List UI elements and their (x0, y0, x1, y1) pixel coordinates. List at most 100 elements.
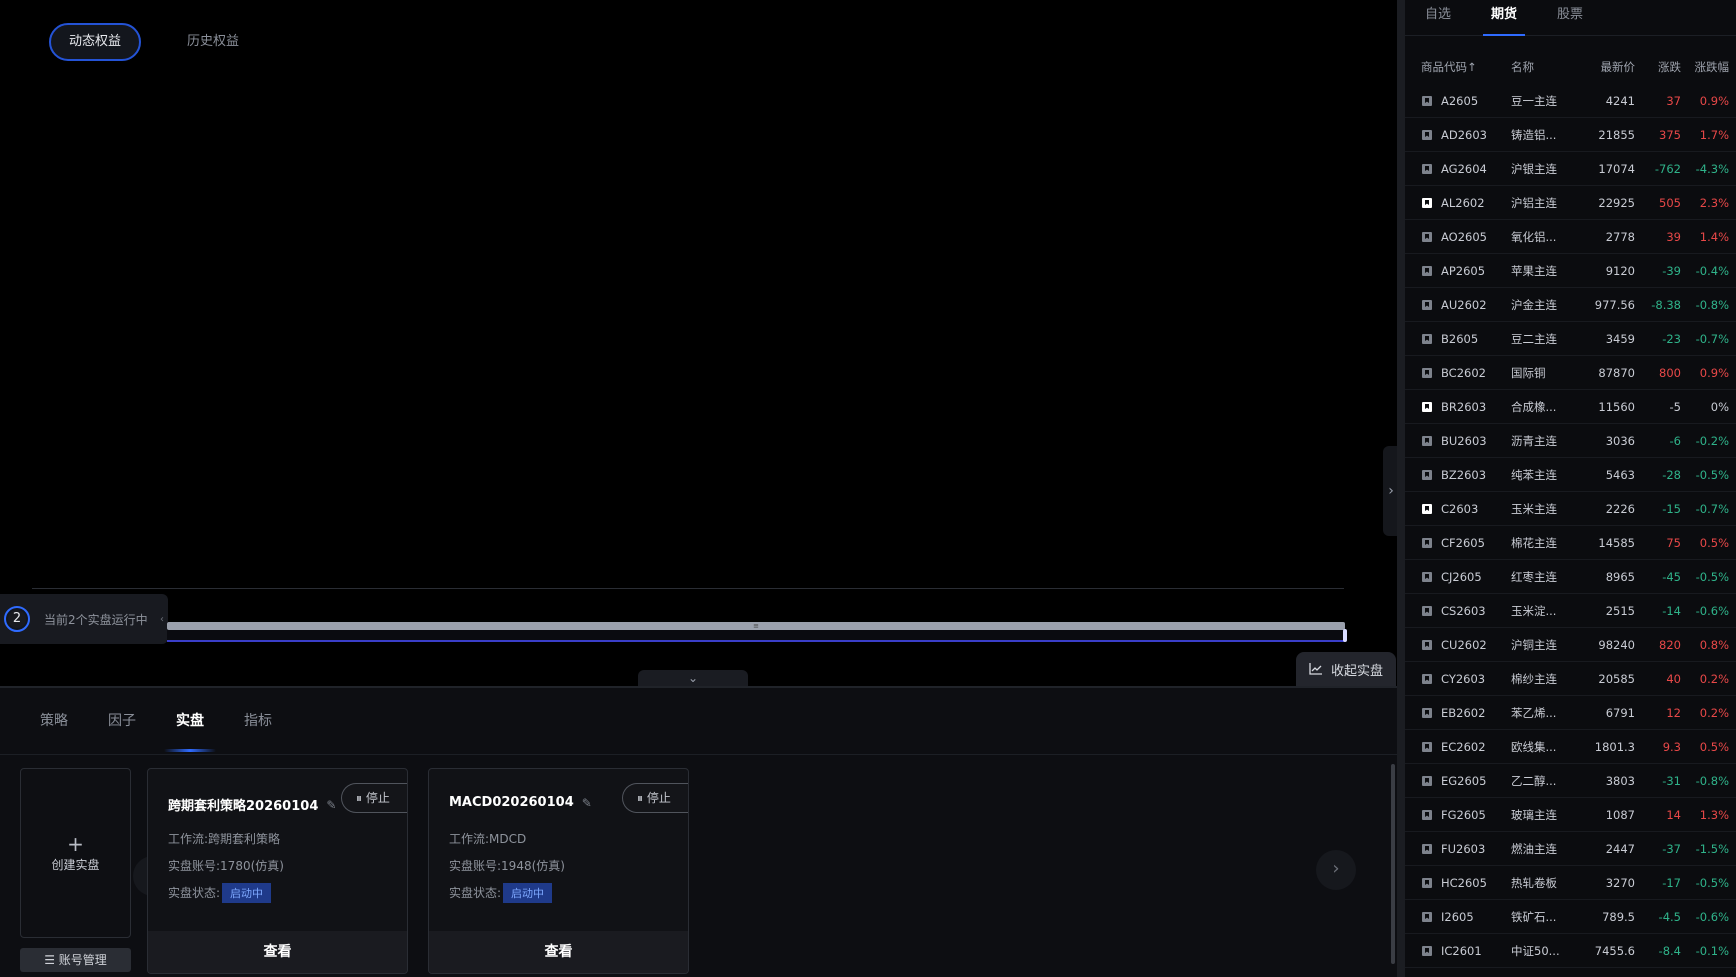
col-header-change[interactable]: 涨跌 (1635, 59, 1681, 75)
time-range-slider[interactable]: ≡ (167, 620, 1347, 644)
scrollbar[interactable] (1391, 764, 1395, 964)
bookmark-icon[interactable] (1421, 877, 1433, 889)
equity-tabs: 动态权益 历史权益 (49, 23, 259, 61)
cell-code: CJ2605 (1405, 570, 1509, 584)
panel-tabs: 策略 因子 实盘 指标 (40, 688, 272, 754)
table-row[interactable]: CF2605 棉花主连 14585 75 0.5% (1405, 526, 1736, 560)
col-header-code[interactable]: 商品代码↑ (1405, 59, 1509, 75)
cell-code: CU2602 (1405, 638, 1509, 652)
bookmark-icon[interactable] (1421, 775, 1433, 787)
table-row[interactable]: CY2603 棉纱主连 20585 40 0.2% (1405, 662, 1736, 696)
table-row[interactable]: HC2605 热轧卷板 3270 -17 -0.5% (1405, 866, 1736, 900)
workflow-value: 跨期套利策略 (208, 832, 281, 846)
bookmark-icon[interactable] (1421, 707, 1433, 719)
table-row[interactable]: EC2602 欧线集... 1801.3 9.3 0.5% (1405, 730, 1736, 764)
bookmark-icon[interactable] (1421, 605, 1433, 617)
cell-code: AG2604 (1405, 162, 1509, 176)
cell-name: 玉米主连 (1511, 501, 1557, 516)
table-row[interactable]: AG2604 沪银主连 17074 -762 -4.3% (1405, 152, 1736, 186)
cell-price: 5463 (1605, 467, 1635, 482)
bookmark-icon[interactable] (1421, 673, 1433, 685)
bookmark-icon[interactable] (1421, 231, 1433, 243)
table-row[interactable]: EB2602 苯乙烯... 6791 12 0.2% (1405, 696, 1736, 730)
tab-history-equity[interactable]: 历史权益 (167, 23, 259, 61)
bookmark-icon[interactable] (1421, 435, 1433, 447)
edit-icon[interactable]: ✎ (582, 797, 594, 809)
bookmark-icon[interactable] (1421, 333, 1433, 345)
table-row[interactable]: FU2603 燃油主连 2447 -37 -1.5% (1405, 832, 1736, 866)
running-indicator[interactable]: 2 当前2个实盘运行中 ‹ (0, 594, 168, 644)
table-row[interactable]: IC2601 中证50... 7455.6 -8.4 -0.1% (1405, 934, 1736, 968)
collapse-panel-toggle[interactable]: ⌄ (638, 670, 748, 686)
tab-stocks[interactable]: 股票 (1537, 0, 1603, 36)
fold-live-button[interactable]: 收起实盘 (1296, 652, 1396, 686)
col-header-price[interactable]: 最新价 (1575, 59, 1636, 75)
table-row[interactable]: AU2602 沪金主连 977.56 -8.38 -0.8% (1405, 288, 1736, 322)
workflow-value: MDCD (489, 832, 527, 846)
bookmark-icon[interactable] (1421, 469, 1433, 481)
table-row[interactable]: AP2605 苹果主连 9120 -39 -0.4% (1405, 254, 1736, 288)
tab-dynamic-equity[interactable]: 动态权益 (49, 23, 142, 61)
tab-futures[interactable]: 期货 (1471, 0, 1537, 36)
status-label: 实盘状态: (449, 886, 502, 900)
table-row[interactable]: BC2602 国际铜 87870 800 0.9% (1405, 356, 1736, 390)
table-row[interactable]: I2605 铁矿石... 789.5 -4.5 -0.6% (1405, 900, 1736, 934)
table-row[interactable]: FG2605 玻璃主连 1087 14 1.3% (1405, 798, 1736, 832)
stop-button[interactable]: ⏸ 停止 (622, 783, 688, 813)
bookmark-icon[interactable] (1421, 129, 1433, 141)
code-text: CY2603 (1441, 671, 1486, 686)
table-row[interactable]: EG2605 乙二醇... 3803 -31 -0.8% (1405, 764, 1736, 798)
bookmark-icon[interactable] (1421, 95, 1433, 107)
create-live-card[interactable]: + 创建实盘 (20, 768, 131, 938)
bookmark-icon[interactable] (1421, 843, 1433, 855)
bookmark-icon[interactable] (1421, 945, 1433, 957)
edit-icon[interactable]: ✎ (326, 799, 338, 811)
table-row[interactable]: BR2603 合成橡... 11560 -5 0% (1405, 390, 1736, 424)
account-manage-button[interactable]: ☰ 账号管理 (20, 948, 131, 972)
code-text: AG2604 (1441, 161, 1487, 176)
tab-watchlist[interactable]: 自选 (1405, 0, 1471, 36)
table-row[interactable]: C2603 玉米主连 2226 -15 -0.7% (1405, 492, 1736, 526)
table-row[interactable]: B2605 豆二主连 3459 -23 -0.7% (1405, 322, 1736, 356)
table-row[interactable]: AO2605 氧化铝... 2778 39 1.4% (1405, 220, 1736, 254)
bookmark-icon[interactable] (1421, 367, 1433, 379)
stop-button[interactable]: ⏸ 停止 (341, 783, 407, 813)
range-handle-right[interactable] (1343, 629, 1347, 642)
tab-live[interactable]: 实盘 (164, 688, 216, 754)
bookmark-icon[interactable] (1421, 639, 1433, 651)
bookmark-icon[interactable] (1421, 911, 1433, 923)
table-row[interactable]: CJ2605 红枣主连 8965 -45 -0.5% (1405, 560, 1736, 594)
bookmark-icon[interactable] (1421, 503, 1433, 515)
col-header-change-pct[interactable]: 涨跌幅 (1681, 59, 1733, 75)
bookmark-icon[interactable] (1421, 299, 1433, 311)
tab-factor[interactable]: 因子 (108, 688, 136, 754)
bookmark-icon[interactable] (1421, 741, 1433, 753)
cell-name: 乙二醇... (1511, 773, 1557, 788)
table-row[interactable]: CU2602 沪铜主连 98240 820 0.8% (1405, 628, 1736, 662)
bookmark-icon[interactable] (1421, 401, 1433, 413)
bookmark-icon[interactable] (1421, 163, 1433, 175)
tab-strategy[interactable]: 策略 (40, 688, 68, 754)
table-row[interactable]: AL2602 沪铝主连 22925 505 2.3% (1405, 186, 1736, 220)
cell-price: 2778 (1605, 229, 1635, 244)
bookmark-icon[interactable] (1421, 265, 1433, 277)
table-row[interactable]: BZ2603 纯苯主连 5463 -28 -0.5% (1405, 458, 1736, 492)
view-button[interactable]: 查看 (429, 931, 688, 973)
table-row[interactable]: CS2603 玉米淀... 2515 -14 -0.6% (1405, 594, 1736, 628)
tab-indicator[interactable]: 指标 (244, 688, 272, 754)
view-button[interactable]: 查看 (148, 931, 407, 973)
bookmark-icon[interactable] (1421, 809, 1433, 821)
bookmark-icon[interactable] (1421, 537, 1433, 549)
cell-price: 4241 (1605, 93, 1635, 108)
bookmark-icon[interactable] (1421, 571, 1433, 583)
table-row[interactable]: A2605 豆一主连 4241 37 0.9% (1405, 84, 1736, 118)
table-row[interactable]: AD2603 铸造铝... 21855 375 1.7% (1405, 118, 1736, 152)
status-row: 实盘状态: 启动中 (168, 883, 272, 903)
cell-change-pct: -0.7% (1695, 331, 1729, 346)
chevron-left-icon[interactable]: ‹ (160, 614, 164, 625)
code-text: AL2602 (1441, 195, 1485, 210)
grip-icon[interactable]: ≡ (752, 623, 760, 630)
bookmark-icon[interactable] (1421, 197, 1433, 209)
next-arrow-icon[interactable]: › (1316, 850, 1356, 890)
table-row[interactable]: BU2603 沥青主连 3036 -6 -0.2% (1405, 424, 1736, 458)
